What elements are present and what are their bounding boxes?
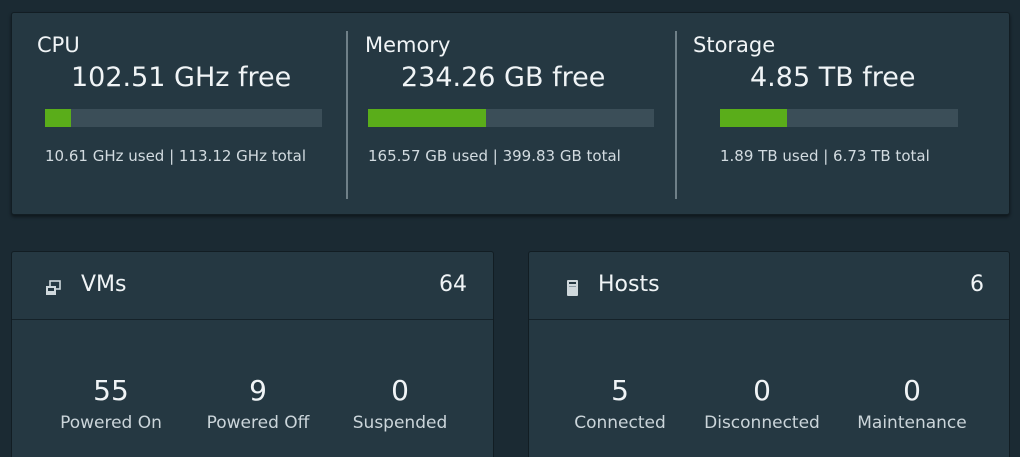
stat-label: Connected [574, 413, 666, 433]
cpu-free-value: 102.51 GHz free [71, 62, 292, 93]
stat-value: 9 [249, 374, 267, 407]
stat-value: 5 [611, 374, 629, 407]
stat-value: 0 [903, 374, 921, 407]
dashboard: CPU 102.51 GHz free 10.61 GHz used | 113… [0, 0, 1020, 457]
stat-label: Suspended [352, 413, 448, 433]
storage-usage-fill [720, 109, 787, 127]
stat-value: 0 [391, 374, 409, 407]
cpu-usage-fill [45, 109, 72, 127]
stat-label: Powered Off [206, 413, 310, 433]
stat-powered-off[interactable]: 9 Powered Off [183, 374, 333, 434]
cpu-capacity: CPU 102.51 GHz free 10.61 GHz used | 113… [12, 13, 347, 213]
storage-capacity: Storage 4.85 TB free 1.89 TB used | 6.73… [677, 13, 1007, 213]
stat-label: Maintenance [857, 413, 967, 433]
stat-label: Disconnected [704, 413, 820, 433]
hosts-card[interactable]: Hosts 6 5 Connected 0 Disconnected 0 Mai… [528, 251, 1010, 457]
vms-card[interactable]: VMs 64 55 Powered On 9 Powered Off 0 Sus… [11, 251, 494, 457]
stat-connected[interactable]: 5 Connected [545, 374, 695, 434]
memory-free-value: 234.26 GB free [401, 62, 606, 93]
stat-powered-on[interactable]: 55 Powered On [36, 374, 186, 434]
stat-value: 55 [93, 374, 129, 407]
vms-title: VMs [81, 272, 127, 297]
host-icon [563, 278, 583, 298]
cpu-title: CPU [37, 33, 80, 57]
storage-free-value: 4.85 TB free [750, 62, 916, 93]
hosts-count: 6 [970, 272, 984, 297]
memory-usage-fill [368, 109, 487, 127]
capacity-panel: CPU 102.51 GHz free 10.61 GHz used | 113… [11, 12, 1010, 215]
cpu-usage-bar [45, 109, 322, 127]
stat-suspended[interactable]: 0 Suspended [325, 374, 475, 434]
cpu-usage-detail: 10.61 GHz used | 113.12 GHz total [45, 147, 307, 165]
hosts-card-header: Hosts 6 [529, 252, 1009, 320]
storage-title: Storage [693, 33, 776, 57]
vms-card-header: VMs 64 [12, 252, 493, 320]
memory-title: Memory [365, 33, 451, 57]
storage-usage-detail: 1.89 TB used | 6.73 TB total [720, 147, 930, 165]
stat-maintenance[interactable]: 0 Maintenance [837, 374, 987, 434]
stat-value: 0 [753, 374, 771, 407]
stat-label: Powered On [60, 413, 162, 433]
hosts-title: Hosts [598, 272, 660, 297]
vms-count: 64 [439, 272, 467, 297]
vm-icon [44, 278, 64, 298]
memory-usage-bar [368, 109, 654, 127]
memory-usage-detail: 165.57 GB used | 399.83 GB total [368, 147, 621, 165]
stat-disconnected[interactable]: 0 Disconnected [687, 374, 837, 434]
storage-usage-bar [720, 109, 958, 127]
memory-capacity: Memory 234.26 GB free 165.57 GB used | 3… [348, 13, 675, 213]
